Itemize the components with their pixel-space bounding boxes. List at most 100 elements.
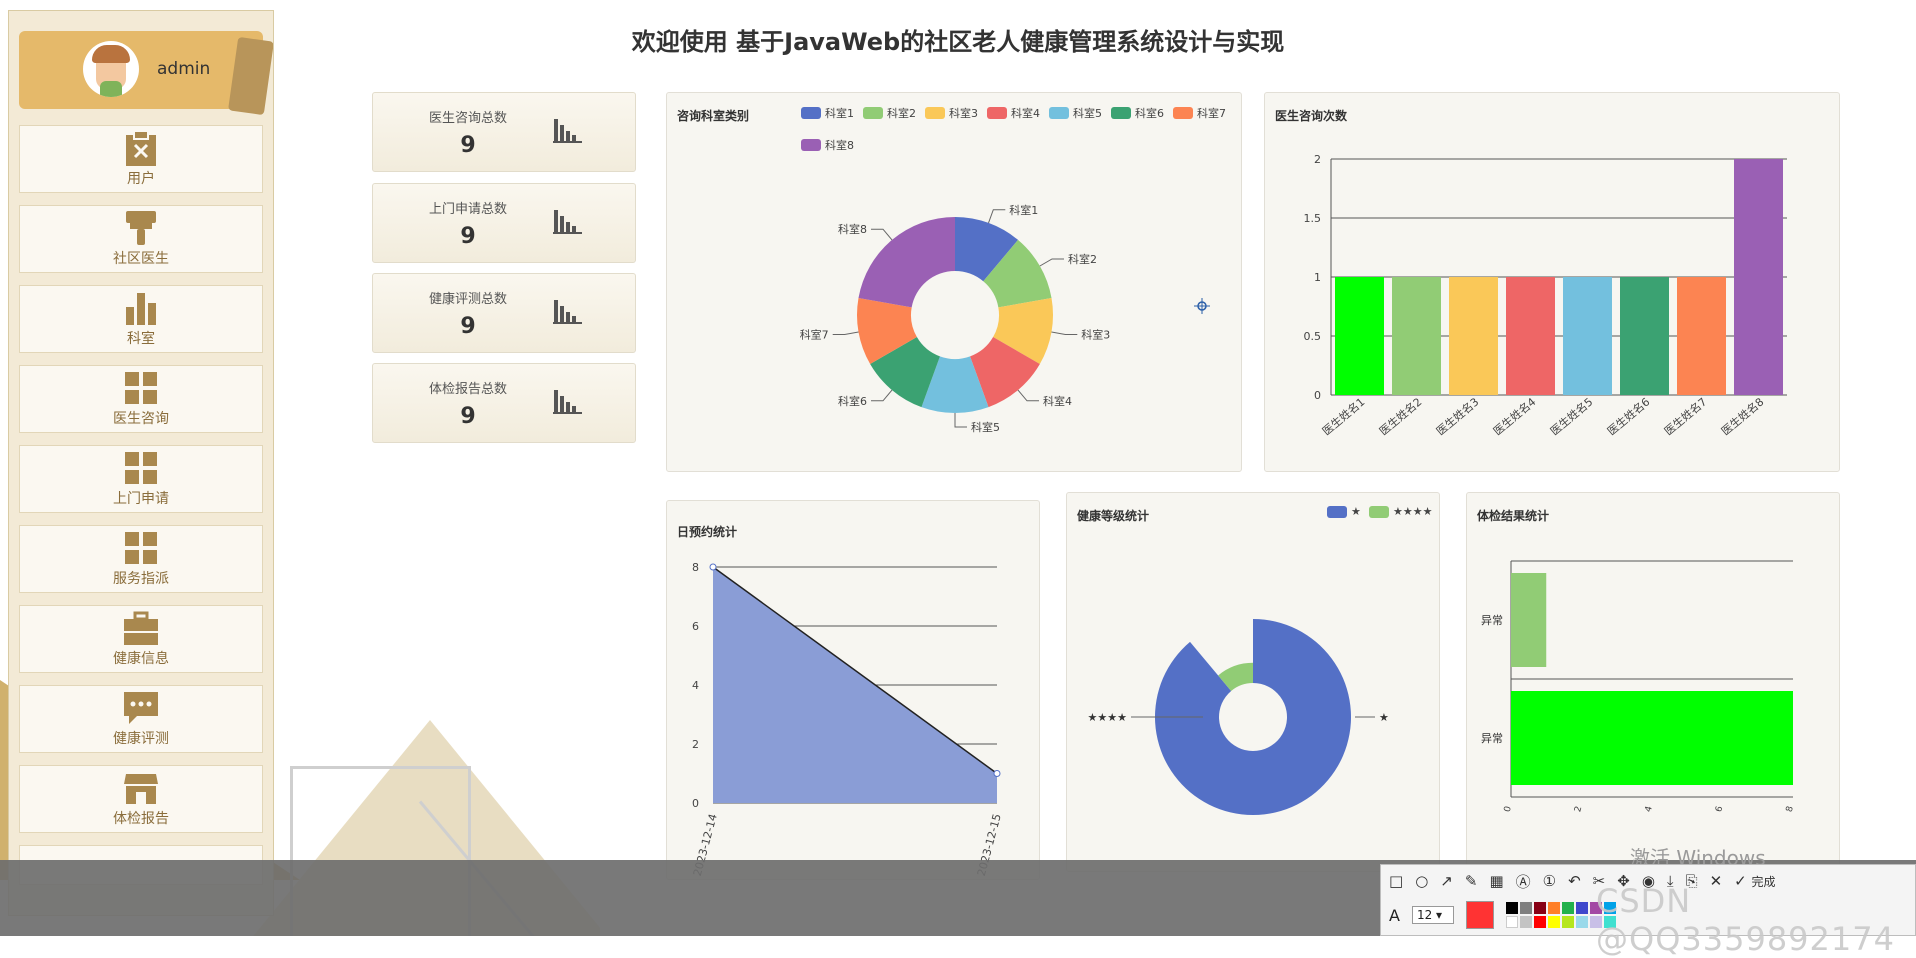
bar [1392,277,1441,395]
area-chart: 024682023-12-14 2023-12-15 [691,561,1004,878]
csdn-watermark: CSDN @QQ3359892174 [1596,882,1895,958]
slice-label: ★★★★ [1088,711,1128,724]
x-tick-label: 医生姓名1 [1319,395,1367,439]
sidebar-item-consultations[interactable]: 医生咨询 [19,365,263,433]
bar-chart-icon [553,117,583,147]
undo-icon[interactable]: ↶ [1568,872,1581,890]
sidebar-item-label: 科室 [127,331,155,347]
horizontal-bar-chart: 异常异常0 2 4 6 8 [1481,560,1796,813]
sidebar-item-label: 服务指派 [113,571,169,587]
stat-value: 9 [460,224,476,249]
bar [1511,573,1547,667]
x-tick-label: 6 [1714,805,1725,813]
chart-panel-exam-results: 体检结果统计 异常 异常 0 2 4 6 8 [1466,492,1840,872]
avatar[interactable] [83,41,139,97]
bar [1677,277,1726,395]
bar [1506,277,1555,395]
bar-chart-icon [553,208,583,238]
x-tick-label: 2 [1573,805,1584,813]
slice-label: ★ [1379,711,1389,724]
y-tick-label: 0.5 [1304,330,1322,343]
slice-label: 科室8 [838,222,867,236]
sidebar: admin 用户 社区医生 科室 医生咨询 上门申请 服务指派 健康信息 健康评… [8,10,274,916]
data-point [709,563,717,571]
sidebar-item-health-eval[interactable]: 健康评测 [19,685,263,753]
sidebar-item-label: 体检报告 [113,811,169,827]
y-tick-label: 4 [692,679,699,692]
label-leader-line [1039,258,1064,267]
clipboard-x-icon [123,130,159,166]
rectangle-tool-icon[interactable]: □ [1389,872,1403,890]
ellipse-tool-icon[interactable]: ○ [1415,872,1428,890]
sidebar-item-label: 社区医生 [113,251,169,267]
pen-tool-icon[interactable]: ✎ [1465,872,1478,890]
sidebar-item-label: 健康评测 [113,731,169,747]
y-tick-label: 2 [692,738,699,751]
sidebar-item-departments[interactable]: 科室 [19,285,263,353]
text-tool-icon[interactable]: Ⓐ [1516,871,1531,892]
x-tick-label: 医生姓名3 [1433,395,1481,439]
username: admin [157,59,211,79]
stat-card-consultations: 医生咨询总数 9 [372,92,636,172]
sidebar-item-doctors[interactable]: 社区医生 [19,205,263,273]
x-tick-label: 医生姓名5 [1547,395,1595,439]
slice-label: 科室5 [971,420,1000,434]
crosshair-cursor-icon [1194,298,1210,318]
y-tick-label: 0 [692,797,699,810]
font-label: A [1389,905,1400,925]
bar [1734,159,1783,395]
sidebar-item-health-info[interactable]: 健康信息 [19,605,263,673]
stat-label: 医生咨询总数 [428,111,507,126]
chart-panel-departments: 咨询科室类别 科室1 科室2 科室3 科室4 科室5 科室6 科室7 科室8 科室1 科室2 科室… [666,92,1242,472]
y-tick-label: 8 [692,561,699,574]
page-title: 欢迎使用 基于JavaWeb的社区老人健康管理系统设计与实现 [631,28,1285,56]
stat-label: 体检报告总数 [428,382,507,397]
label-leader-line [1017,389,1039,402]
current-color-swatch[interactable] [1465,901,1494,929]
y-tick-label: 2 [1314,153,1321,166]
bar [1563,277,1612,395]
stat-value: 9 [460,404,476,429]
bar [1620,277,1669,395]
sidebar-item-users[interactable]: 用户 [19,125,263,193]
stat-label: 上门申请总数 [428,202,507,217]
font-size-select[interactable]: 12 ▾ [1411,906,1454,924]
slice-label: 科室6 [838,394,867,408]
sidebar-item-home-visits[interactable]: 上门申请 [19,445,263,513]
slice-label: 科室4 [1043,394,1072,408]
y-tick-label: 异常 [1481,732,1503,745]
slice-label: 科室1 [1009,203,1038,217]
bar-chart-icon [553,298,583,328]
rose-chart: ★★★★★ [1088,619,1389,815]
x-tick-label: 0 [1503,805,1514,813]
x-tick-label: 医生姓名4 [1490,395,1538,439]
grid-icon [123,370,159,406]
sidebar-item-service-assign[interactable]: 服务指派 [19,525,263,593]
slice-label: 科室2 [1068,252,1097,266]
store-icon [123,770,159,806]
number-tool-icon[interactable]: ① [1543,872,1556,890]
bar [1335,277,1384,395]
x-tick-label: 4 [1644,805,1655,813]
arrow-tool-icon[interactable]: ↗ [1440,872,1453,890]
pie-slice [858,217,955,308]
sidebar-item-label: 健康信息 [113,651,169,667]
chart-panel-doctor-consults: 医生咨询次数 0 0.5 1 1.5 2 医生姓名1 医生姓名2 医生姓名3 医生姓名4 医生姓名… [1264,92,1840,472]
user-card[interactable]: admin [19,31,273,116]
bar-chart-icon [553,388,583,418]
label-leader-line [988,209,1006,224]
mosaic-tool-icon[interactable]: ▦ [1489,872,1503,890]
x-tick-label: 医生姓名7 [1661,395,1709,439]
stat-card-health-evals: 健康评测总数 9 [372,273,636,353]
label-leader-line [1051,331,1078,335]
chart-panel-daily: 日预约统计 0 2 4 6 8 2023-12-14 2023-12-15 [666,500,1040,880]
bar-chart: 00.511.52医生姓名1 医生姓名2 医生姓名3 医生姓名4 医生姓名5 医生姓名6 医… [1304,153,1787,439]
slice-label: 科室3 [1081,327,1110,341]
sidebar-item-exam-reports[interactable]: 体检报告 [19,765,263,833]
briefcase-icon [123,610,159,646]
chat-icon [123,690,159,726]
x-tick-label: 医生姓名6 [1604,395,1652,439]
label-leader-line [832,331,859,335]
y-tick-label: 1.5 [1304,212,1322,225]
chart-panel-health-level: 健康等级统计 ★ ★★★★ ★ ★★★★ [1066,492,1440,872]
